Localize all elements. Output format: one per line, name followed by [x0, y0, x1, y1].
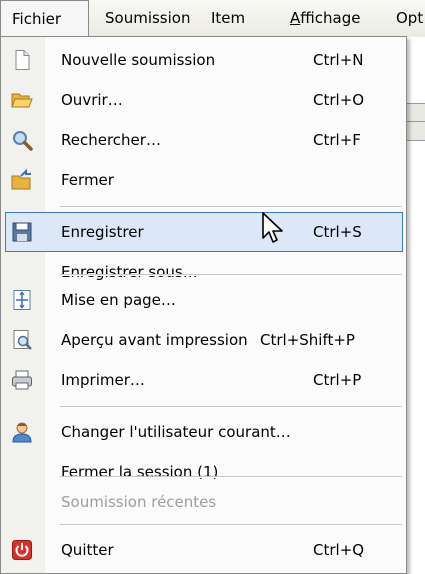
menu-affichage[interactable]: Affichage — [290, 0, 360, 37]
fichier-dropdown-menu: Nouvelle soumission Ctrl+N Ouvrir… Ctrl+… — [0, 36, 407, 574]
menu-item-label: Aperçu avant impression — [61, 331, 248, 349]
menu-item-label: Soumission récentes — [61, 493, 217, 511]
menu-fichier-label: Fichier — [12, 10, 62, 28]
menu-item-nouvelle-soumission[interactable]: Nouvelle soumission Ctrl+N — [2, 40, 406, 80]
background-divider — [407, 121, 425, 122]
menu-fichier[interactable]: Fichier — [0, 0, 89, 38]
menu-item-shortcut: Ctrl+N — [313, 51, 364, 69]
menu-item[interactable]: Item — [211, 0, 245, 37]
menu-soumission-label: Soumission — [105, 9, 191, 27]
menu-affichage-mnemonic: A — [290, 9, 301, 27]
menu-item-label: Ouvrir… — [61, 91, 123, 109]
menu-item-label: Enregistrer — [61, 223, 144, 241]
new-document-icon — [15, 50, 30, 70]
menu-item-label: Fermer — [61, 171, 114, 189]
mouse-cursor-icon — [262, 212, 283, 243]
menu-separator — [60, 476, 402, 478]
menu-item-shortcut: Ctrl+Q — [313, 541, 365, 559]
floppy-disk-icon — [12, 222, 32, 242]
menu-item-rechercher[interactable]: Rechercher… Ctrl+F — [2, 120, 406, 160]
menu-item-soumission-recentes: Soumission récentes — [2, 482, 406, 522]
menu-item-label: Quitter — [61, 541, 114, 559]
menu-separator — [60, 206, 402, 208]
background-divider — [407, 140, 425, 141]
menu-separator — [60, 406, 402, 408]
menu-separator — [60, 274, 402, 276]
page-setup-icon — [13, 290, 31, 310]
menu-item-shortcut: Ctrl+P — [313, 371, 362, 389]
menu-item-label: Item — [211, 9, 246, 27]
menu-item-changer-utilisateur[interactable]: Changer l'utilisateur courant… — [2, 412, 406, 452]
menu-item-quitter[interactable]: Quitter Ctrl+Q — [2, 530, 406, 570]
menu-separator — [60, 524, 402, 526]
user-icon — [12, 422, 32, 443]
printer-icon — [12, 370, 32, 390]
background-divider — [407, 103, 425, 104]
menu-bar: Fichier Soumission Item Affichage Opt — [0, 0, 425, 38]
menu-item-ouvrir[interactable]: Ouvrir… Ctrl+O — [2, 80, 406, 120]
open-folder-icon — [11, 93, 33, 108]
menu-item-label: Imprimer… — [61, 371, 145, 389]
power-icon — [12, 540, 32, 560]
menu-item-label: Changer l'utilisateur courant… — [61, 423, 291, 441]
magnifier-icon — [13, 131, 33, 151]
menu-item-enregistrer[interactable]: Enregistrer Ctrl+S — [5, 212, 403, 252]
menu-item-shortcut: Ctrl+F — [313, 131, 361, 149]
close-folder-icon — [11, 169, 31, 190]
menu-item-fermer[interactable]: Fermer — [2, 160, 406, 200]
menu-soumission[interactable]: Soumission — [105, 0, 190, 37]
menu-item-label: Mise en page… — [61, 291, 176, 309]
menu-item-mise-en-page[interactable]: Mise en page… — [2, 280, 406, 320]
background-toolbar — [407, 103, 425, 141]
menu-item-shortcut: Ctrl+S — [313, 223, 362, 241]
menu-options[interactable]: Opt — [396, 0, 423, 37]
menu-item-shortcut: Ctrl+Shift+P — [260, 331, 355, 349]
print-preview-icon — [13, 330, 32, 350]
menu-item-label: Nouvelle soumission — [61, 51, 216, 69]
menu-item-apercu-avant-impression[interactable]: Aperçu avant impression Ctrl+Shift+P — [2, 320, 406, 360]
menu-item-imprimer[interactable]: Imprimer… Ctrl+P — [2, 360, 406, 400]
menu-affichage-label: ffichage — [300, 9, 361, 27]
menu-options-label: Opt — [396, 9, 424, 27]
menu-item-shortcut: Ctrl+O — [313, 91, 365, 109]
menu-item-label: Rechercher… — [61, 131, 161, 149]
